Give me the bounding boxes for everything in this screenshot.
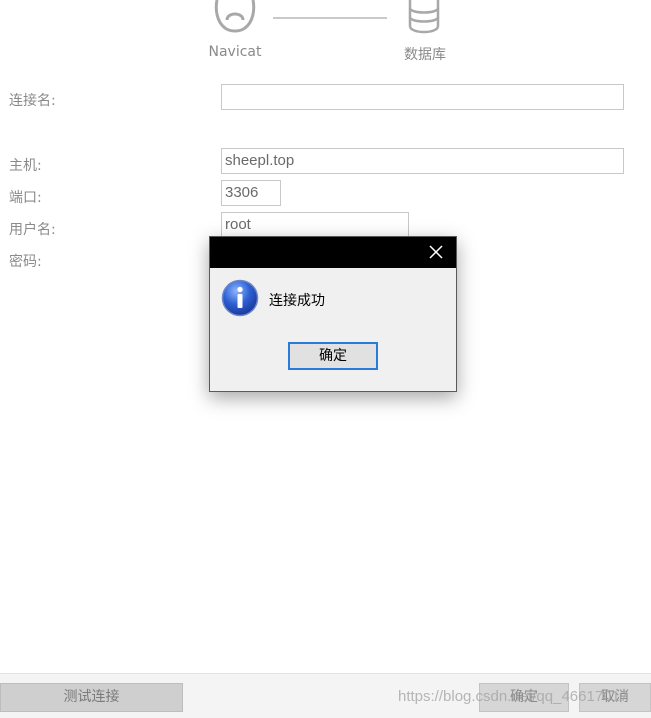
port-input[interactable]: 3306 <box>221 180 281 206</box>
password-label: 密码: <box>9 254 42 270</box>
dialog-ok-button[interactable]: 确定 <box>288 342 378 370</box>
host-input[interactable]: sheepl.top <box>221 148 624 174</box>
close-icon[interactable] <box>428 244 444 260</box>
username-input[interactable]: root <box>221 212 409 238</box>
username-label: 用户名: <box>9 222 56 238</box>
port-label: 端口: <box>9 190 42 206</box>
dialog-message: 连接成功 <box>269 293 325 309</box>
dialog-titlebar <box>210 237 456 268</box>
navicat-label: Navicat <box>208 44 262 60</box>
navicat-icon <box>213 0 257 34</box>
test-connection-button[interactable]: 测试连接 <box>0 683 183 712</box>
host-label: 主机: <box>9 158 42 174</box>
watermark-text: https://blog.csdn.net/qq_46617017 <box>398 688 629 705</box>
connection-line <box>273 17 387 19</box>
database-icon <box>408 0 440 34</box>
info-icon <box>221 279 259 317</box>
connection-name-input[interactable] <box>221 84 624 110</box>
connection-success-dialog: 连接成功 确定 <box>209 236 457 392</box>
database-label: 数据库 <box>404 47 446 63</box>
connection-name-label: 连接名: <box>9 93 56 109</box>
